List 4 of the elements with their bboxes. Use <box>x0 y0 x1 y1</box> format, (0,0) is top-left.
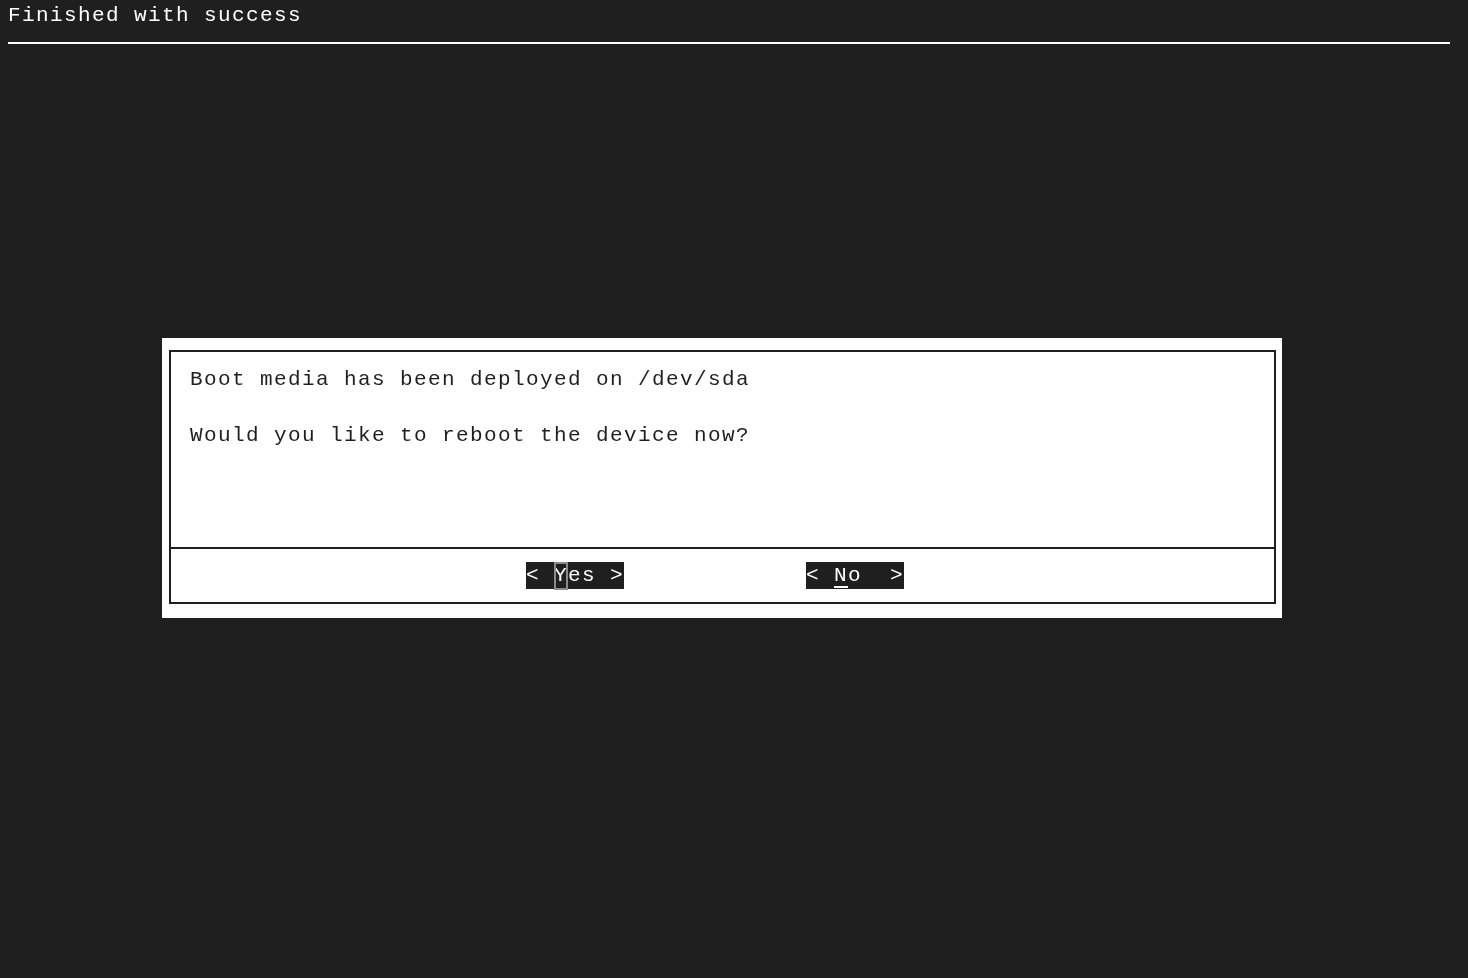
dialog-button[interactable]: < No > <box>806 562 904 589</box>
window-title: Finished with success <box>8 4 303 27</box>
message-text: Would you like to reboot the device now? <box>190 423 751 449</box>
message-text: Boot media has been deployed on /dev/sda <box>190 367 751 393</box>
